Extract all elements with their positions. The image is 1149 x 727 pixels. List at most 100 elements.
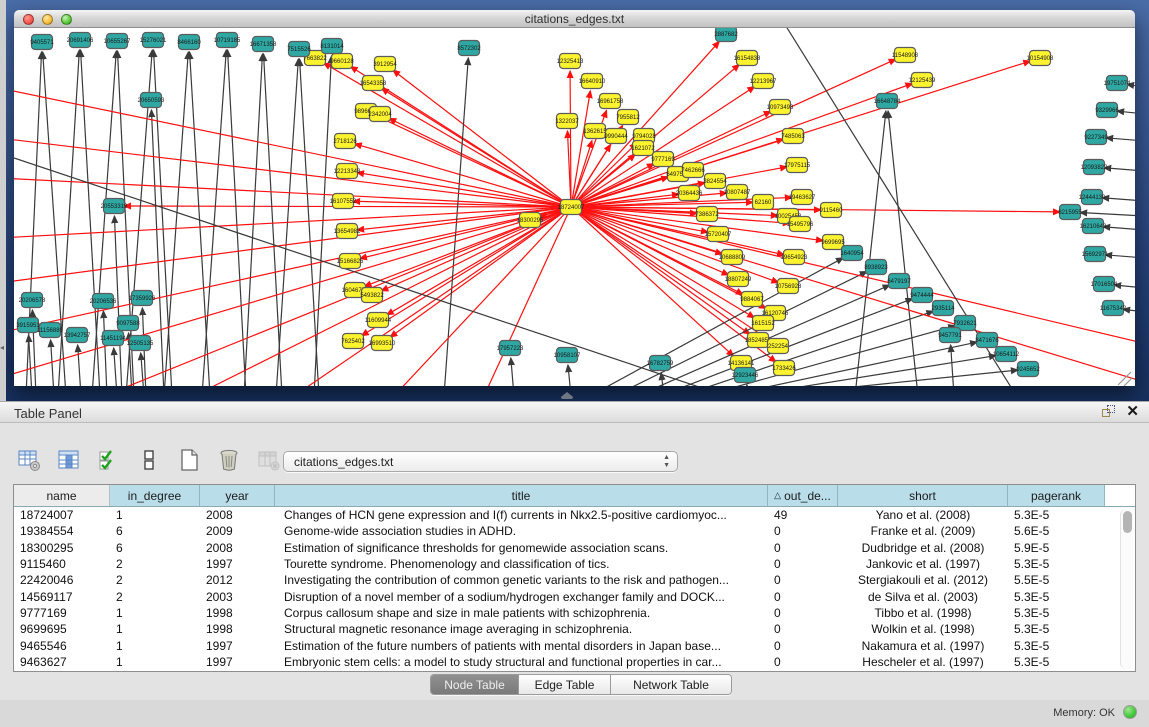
graph-node[interactable]: 7625402 bbox=[341, 334, 365, 349]
panel-rows-icon[interactable] bbox=[136, 447, 162, 473]
graph-node[interactable]: 15276021 bbox=[140, 33, 167, 48]
window-titlebar[interactable]: citations_edges.txt bbox=[14, 10, 1135, 28]
graph-node[interactable]: 2935114 bbox=[932, 301, 956, 316]
graph-node[interactable]: 5493822 bbox=[360, 288, 384, 303]
graph-node[interactable]: 8131014 bbox=[320, 39, 344, 54]
delete-table-icon[interactable] bbox=[216, 447, 242, 473]
graph-node[interactable]: 17957223 bbox=[497, 341, 524, 356]
graph-node[interactable]: 12125439 bbox=[909, 73, 936, 88]
table-row[interactable]: 946362711997Embryonic stem cells: a mode… bbox=[14, 654, 1135, 670]
graph-node[interactable]: 16961758 bbox=[597, 94, 624, 109]
graph-node[interactable]: 20206578 bbox=[19, 293, 46, 308]
column-header-out-degree[interactable]: △out_de... bbox=[768, 485, 838, 506]
graph-node[interactable]: 12505135 bbox=[127, 336, 154, 351]
table-row[interactable]: 1456911722003Disruption of a novel membe… bbox=[14, 588, 1135, 604]
graph-node[interactable]: 11156889 bbox=[37, 323, 63, 338]
column-header-title[interactable]: title bbox=[275, 485, 768, 506]
graph-node[interactable]: 10973493 bbox=[767, 100, 794, 115]
graph-node[interactable]: 9777169 bbox=[651, 152, 675, 167]
table-row[interactable]: 2242004622012Investigating the contribut… bbox=[14, 572, 1135, 588]
graph-node[interactable]: 16154838 bbox=[734, 51, 761, 66]
network-canvas[interactable]: 1872400718300295132203712325413166409101… bbox=[14, 28, 1135, 386]
graph-node[interactable]: 10719185 bbox=[214, 33, 241, 48]
graph-node[interactable]: 3824554 bbox=[703, 174, 727, 189]
column-header-name[interactable]: name bbox=[14, 485, 110, 506]
graph-node[interactable]: 7462666 bbox=[681, 163, 705, 178]
table-row[interactable]: 1872400712008Changes of HCN gene express… bbox=[14, 507, 1135, 523]
table-row[interactable]: 977716911998Corpus callosum shape and si… bbox=[14, 605, 1135, 621]
tab-node-table[interactable]: Node Table bbox=[431, 675, 519, 694]
graph-node[interactable]: 8466160 bbox=[177, 35, 201, 50]
graph-node[interactable]: 16782759 bbox=[647, 356, 674, 371]
graph-node[interactable]: 16543358 bbox=[360, 76, 387, 91]
graph-node[interactable]: 19751074 bbox=[1104, 76, 1131, 91]
graph-node[interactable]: 6479197 bbox=[887, 274, 911, 289]
table-body[interactable]: 1872400712008Changes of HCN gene express… bbox=[14, 507, 1135, 670]
graph-node[interactable]: 7485063 bbox=[781, 129, 805, 144]
graph-node[interactable]: 11451194 bbox=[100, 331, 126, 346]
column-header-short[interactable]: short bbox=[838, 485, 1008, 506]
graph-node[interactable]: 9115460 bbox=[820, 203, 844, 218]
graph-node[interactable]: 18724007 bbox=[558, 200, 585, 215]
graph-node[interactable]: 8572302 bbox=[457, 41, 481, 56]
graph-node[interactable]: 16107552 bbox=[330, 194, 357, 209]
graph-node[interactable]: 20364436 bbox=[676, 186, 703, 201]
graph-node[interactable]: 8471676 bbox=[975, 333, 999, 348]
table-row[interactable]: 969969511998Structural magnetic resonanc… bbox=[14, 621, 1135, 637]
scrollbar-thumb[interactable] bbox=[1123, 511, 1132, 533]
graph-node[interactable]: 13654982 bbox=[334, 224, 361, 239]
graph-node[interactable]: 15692971 bbox=[1082, 247, 1109, 262]
graph-node[interactable]: 16640910 bbox=[579, 74, 606, 89]
graph-node[interactable]: 10807487 bbox=[724, 185, 751, 200]
graph-node[interactable]: 10688809 bbox=[719, 250, 746, 265]
memory-status-icon[interactable] bbox=[1123, 705, 1137, 719]
column-header-year[interactable]: year bbox=[200, 485, 275, 506]
graph-node[interactable]: 1733426 bbox=[772, 361, 796, 376]
column-visibility-icon[interactable] bbox=[56, 447, 82, 473]
graph-node[interactable]: 12444130 bbox=[1079, 190, 1106, 205]
graph-node[interactable]: 15166825 bbox=[337, 254, 364, 269]
graph-node[interactable]: 10958107 bbox=[554, 348, 581, 363]
graph-node[interactable]: 12213967 bbox=[750, 74, 777, 89]
graph-node[interactable]: 62160 bbox=[753, 195, 774, 210]
column-header-pagerank[interactable]: pagerank bbox=[1008, 485, 1105, 506]
table-options-icon[interactable] bbox=[16, 447, 42, 473]
close-panel-icon[interactable]: ✕ bbox=[1126, 405, 1139, 419]
graph-node[interactable]: 19654923 bbox=[781, 250, 808, 265]
graph-node[interactable]: 11548908 bbox=[892, 48, 919, 63]
graph-node[interactable]: 17975115 bbox=[784, 158, 811, 173]
graph-node[interactable]: 9245652 bbox=[1016, 362, 1040, 377]
graph-node[interactable]: 11609944 bbox=[365, 313, 392, 328]
graph-node[interactable]: 9660128 bbox=[330, 54, 354, 69]
graph-node[interactable]: 20691406 bbox=[67, 33, 94, 48]
graph-node[interactable]: 1640954 bbox=[840, 246, 864, 261]
graph-node[interactable]: 2342004 bbox=[368, 107, 392, 122]
graph-node[interactable]: 8938923 bbox=[864, 260, 888, 275]
collapse-panel-icon[interactable]: ◂ bbox=[0, 344, 4, 352]
graph-node[interactable]: 3912954 bbox=[373, 57, 397, 72]
tab-edge-table[interactable]: Edge Table bbox=[519, 675, 611, 694]
graph-node[interactable]: 9329966 bbox=[1095, 103, 1119, 118]
graph-node[interactable]: 11675342 bbox=[1100, 301, 1127, 316]
graph-node[interactable]: 13942757 bbox=[64, 328, 91, 343]
graph-node[interactable]: 7955812 bbox=[616, 110, 640, 125]
table-row[interactable]: 1830029562008Estimation of significance … bbox=[14, 540, 1135, 556]
table-row[interactable]: 911546021997Tourette syndrome. Phenomeno… bbox=[14, 556, 1135, 572]
graph-node[interactable]: 18807249 bbox=[725, 272, 752, 287]
graph-node[interactable]: 7515526 bbox=[287, 42, 311, 57]
graph-node[interactable]: 252254 bbox=[768, 339, 789, 354]
graph-node[interactable]: 2718126 bbox=[333, 134, 357, 149]
graph-node[interactable]: 1615152 bbox=[751, 316, 775, 331]
graph-node[interactable]: 16993510 bbox=[369, 336, 396, 351]
graph-node[interactable]: 20650593 bbox=[138, 93, 165, 108]
graph-node[interactable]: 17016504 bbox=[1091, 277, 1118, 292]
column-header-in-degree[interactable]: in_degree bbox=[110, 485, 200, 506]
graph-node[interactable]: 15720407 bbox=[705, 227, 732, 242]
graph-node[interactable]: 12093822 bbox=[1081, 160, 1108, 175]
graph-node[interactable]: 16671358 bbox=[250, 37, 277, 52]
new-table-icon[interactable] bbox=[176, 447, 202, 473]
graph-node[interactable]: 12923446 bbox=[732, 368, 759, 383]
table-row[interactable]: 1938455462009Genome-wide association stu… bbox=[14, 523, 1135, 539]
graph-node[interactable]: 15495796 bbox=[787, 217, 814, 232]
table-vertical-scrollbar[interactable] bbox=[1120, 509, 1133, 669]
